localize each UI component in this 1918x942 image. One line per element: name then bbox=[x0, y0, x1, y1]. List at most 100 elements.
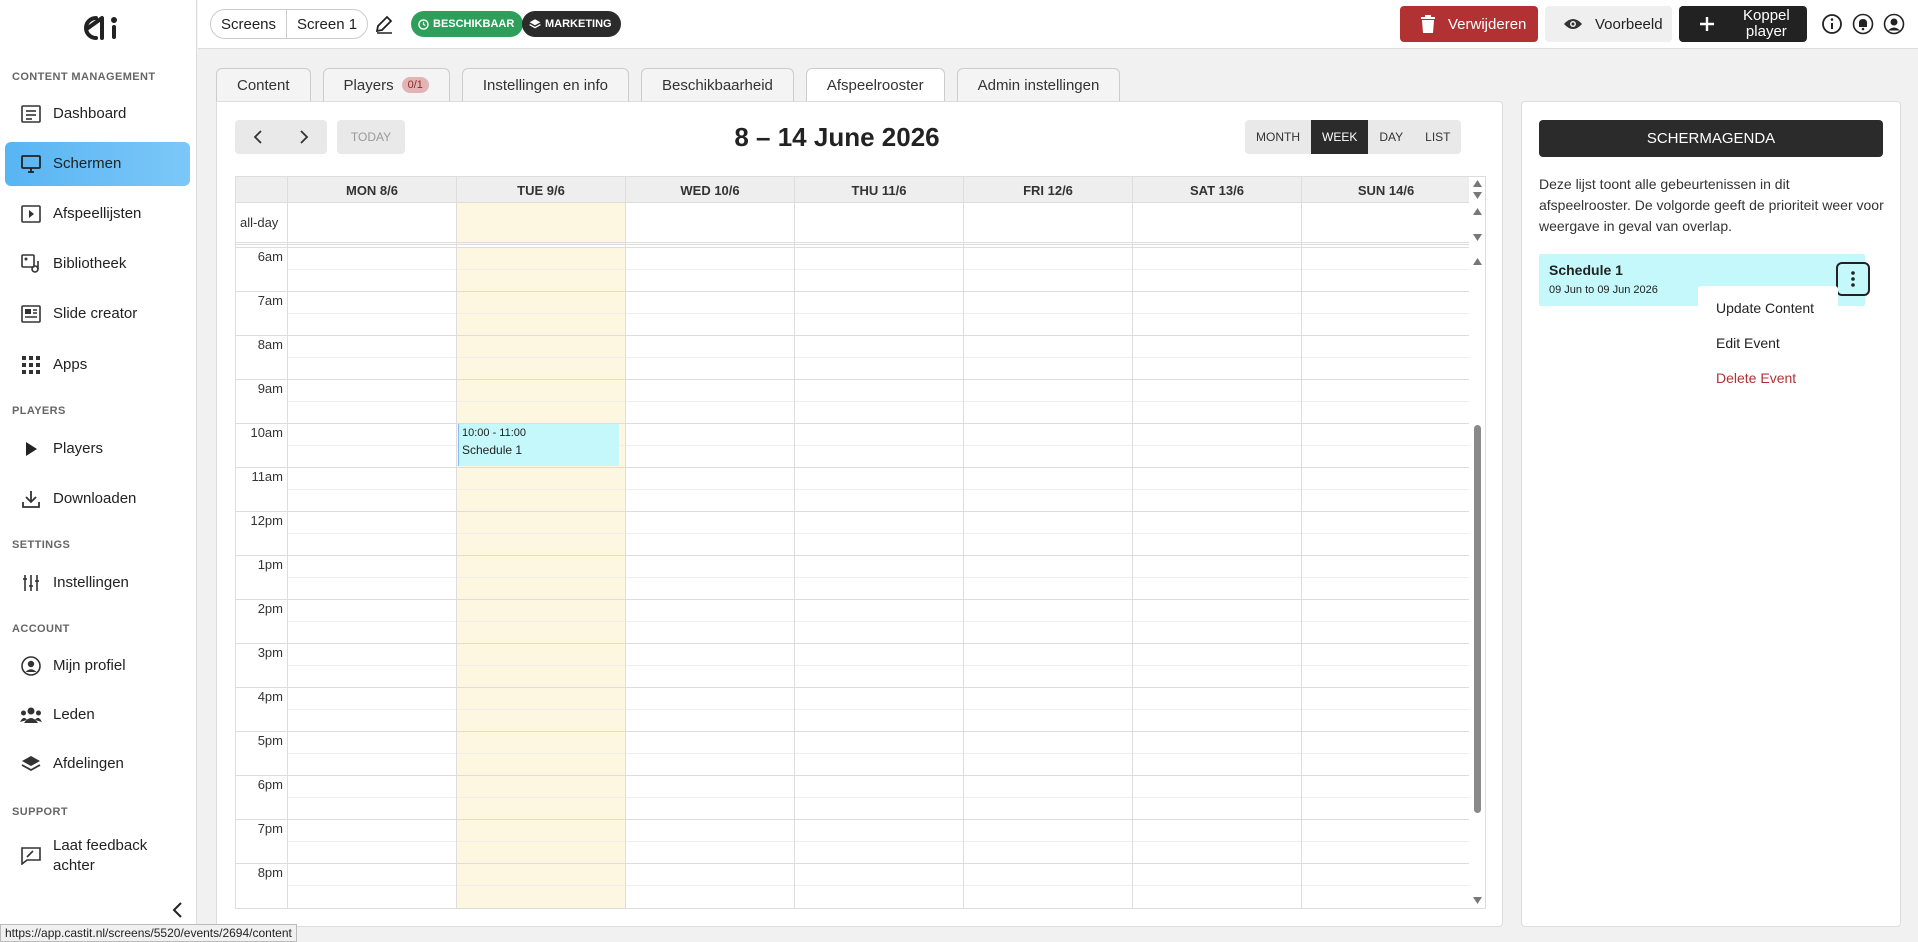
hour-line bbox=[236, 247, 1469, 248]
trash-icon bbox=[1421, 15, 1435, 33]
sidebar-item-instellingen[interactable]: Instellingen bbox=[5, 561, 190, 605]
edit-pencil-icon[interactable] bbox=[374, 14, 394, 34]
sidebar-item-schermen[interactable]: Schermen bbox=[5, 142, 190, 186]
menu-update-content[interactable]: Update Content bbox=[1716, 300, 1814, 316]
sidebar-item-bibliotheek[interactable]: Bibliotheek bbox=[5, 242, 190, 286]
next-week-button[interactable] bbox=[281, 120, 327, 154]
half-hour-line bbox=[287, 753, 1469, 754]
scroll-down-icon[interactable] bbox=[1472, 896, 1483, 905]
sidebar-item-afdelingen[interactable]: Afdelingen bbox=[5, 742, 190, 786]
calendar-event[interactable]: 10:00 - 11:00 Schedule 1 bbox=[458, 424, 619, 466]
menu-edit-event[interactable]: Edit Event bbox=[1716, 335, 1780, 351]
clock-icon bbox=[418, 18, 429, 30]
bell-icon[interactable] bbox=[1852, 13, 1874, 35]
schedule-menu-button[interactable] bbox=[1836, 262, 1870, 296]
view-month-button[interactable]: MONTH bbox=[1245, 120, 1311, 154]
play-icon bbox=[20, 438, 42, 460]
sidebar-item-leden[interactable]: Leden bbox=[5, 693, 190, 737]
time-label: 6am bbox=[257, 249, 283, 264]
section-players: PLAYERS bbox=[12, 405, 66, 417]
half-hour-line bbox=[287, 885, 1469, 886]
sidebar-item-slide-creator[interactable]: Slide creator bbox=[5, 292, 190, 336]
sidebar-item-label: Laat feedback bbox=[53, 837, 148, 854]
tab-admin[interactable]: Admin instellingen bbox=[956, 68, 1121, 101]
scroll-up-icon[interactable] bbox=[1472, 257, 1483, 266]
status-url: https://app.castit.nl/screens/5520/event… bbox=[0, 924, 297, 942]
sidebar-item-label: Instellingen bbox=[53, 574, 129, 591]
sliders-icon bbox=[20, 572, 42, 594]
menu-delete-event[interactable]: Delete Event bbox=[1716, 370, 1796, 386]
view-day-button[interactable]: DAY bbox=[1368, 120, 1415, 154]
time-label: 1pm bbox=[257, 557, 283, 572]
tab-schedule[interactable]: Afspeelrooster bbox=[805, 68, 945, 102]
today-button[interactable]: TODAY bbox=[337, 120, 405, 154]
preview-button-label: Voorbeeld bbox=[1595, 15, 1663, 33]
scroll-down-icon[interactable] bbox=[1472, 191, 1483, 200]
sidebar-item-mijn-profiel[interactable]: Mijn profiel bbox=[5, 644, 190, 688]
column-divider bbox=[625, 203, 626, 908]
tab-label: Admin instellingen bbox=[977, 76, 1100, 94]
time-grid[interactable]: 6am 7am 8am 9am 10am 11am 12pm 1pm 2pm 3pm 4pm 5pm 6… bbox=[236, 247, 1469, 908]
sidebar-item-label: Bibliotheek bbox=[53, 255, 127, 272]
more-vertical-icon bbox=[1851, 271, 1855, 287]
time-label: 7am bbox=[257, 293, 283, 308]
account-icon[interactable] bbox=[1883, 13, 1905, 35]
players-count-badge: 0/1 bbox=[401, 77, 429, 93]
half-hour-line bbox=[287, 621, 1469, 622]
tab-content[interactable]: Content bbox=[216, 68, 311, 101]
castit-logo[interactable] bbox=[74, 14, 122, 42]
half-hour-line bbox=[287, 665, 1469, 666]
day-header: MON 8/6 bbox=[287, 177, 456, 203]
scroll-up-icon[interactable] bbox=[1472, 207, 1483, 216]
layers-icon bbox=[529, 19, 541, 29]
event-title: Schedule 1 bbox=[462, 443, 523, 457]
monitor-icon bbox=[20, 153, 42, 175]
chevron-left-icon bbox=[253, 130, 262, 144]
library-icon bbox=[20, 253, 42, 275]
sidebar-item-label: Slide creator bbox=[53, 305, 138, 322]
delete-button[interactable]: Verwijderen bbox=[1400, 6, 1538, 42]
sidebar-item-label: Schermen bbox=[53, 155, 122, 172]
tab-label: Afspeelrooster bbox=[826, 77, 924, 94]
hour-line bbox=[236, 335, 1469, 336]
scrollbar-thumb[interactable] bbox=[1474, 425, 1481, 813]
view-week-button[interactable]: WEEK bbox=[1311, 120, 1369, 154]
download-icon bbox=[20, 488, 42, 510]
sidebar-item-downloaden[interactable]: Downloaden bbox=[5, 477, 190, 521]
scroll-up-icon[interactable] bbox=[1472, 179, 1483, 188]
breadcrumb-screens[interactable]: Screens bbox=[211, 10, 286, 38]
half-hour-line bbox=[287, 797, 1469, 798]
prev-week-button[interactable] bbox=[235, 120, 281, 154]
tab-players[interactable]: Players 0/1 bbox=[322, 68, 450, 101]
preview-button[interactable]: Voorbeeld bbox=[1545, 6, 1672, 42]
collapse-sidebar-icon[interactable] bbox=[168, 900, 188, 920]
eye-icon bbox=[1564, 19, 1582, 29]
hour-line bbox=[236, 775, 1469, 776]
apps-grid-icon bbox=[20, 354, 42, 376]
grid-scrollbar[interactable] bbox=[1469, 177, 1485, 908]
day-header: THU 11/6 bbox=[794, 177, 963, 203]
sidebar-item-feedback[interactable]: Laat feedback achter bbox=[5, 834, 190, 878]
tab-availability[interactable]: Beschikbaarheid bbox=[640, 68, 794, 101]
view-list-button[interactable]: LIST bbox=[1414, 120, 1462, 154]
plus-icon bbox=[1700, 17, 1714, 31]
link-player-button[interactable]: Koppel player bbox=[1679, 6, 1807, 42]
view-switcher: MONTH WEEK DAY LIST bbox=[1245, 120, 1462, 154]
info-icon[interactable] bbox=[1821, 13, 1843, 35]
tab-label: Beschikbaarheid bbox=[661, 76, 773, 94]
hour-line bbox=[236, 643, 1469, 644]
half-hour-line bbox=[287, 489, 1469, 490]
tab-settings[interactable]: Instellingen en info bbox=[461, 68, 629, 101]
scroll-down-icon[interactable] bbox=[1472, 233, 1483, 242]
panel-description: Deze lijst toont alle gebeurtenissen in … bbox=[1539, 176, 1884, 234]
section-support: SUPPORT bbox=[12, 806, 68, 818]
half-hour-line bbox=[287, 841, 1469, 842]
time-label: 5pm bbox=[257, 733, 283, 748]
sidebar-item-players[interactable]: Players bbox=[5, 427, 190, 471]
time-label: 4pm bbox=[257, 689, 283, 704]
sidebar-item-afspeellijsten[interactable]: Afspeellijsten bbox=[5, 192, 190, 236]
sidebar-item-dashboard[interactable]: Dashboard bbox=[5, 92, 190, 136]
day-header: FRI 12/6 bbox=[963, 177, 1132, 203]
sidebar-item-apps[interactable]: Apps bbox=[5, 343, 190, 387]
time-label: 7pm bbox=[257, 821, 283, 836]
